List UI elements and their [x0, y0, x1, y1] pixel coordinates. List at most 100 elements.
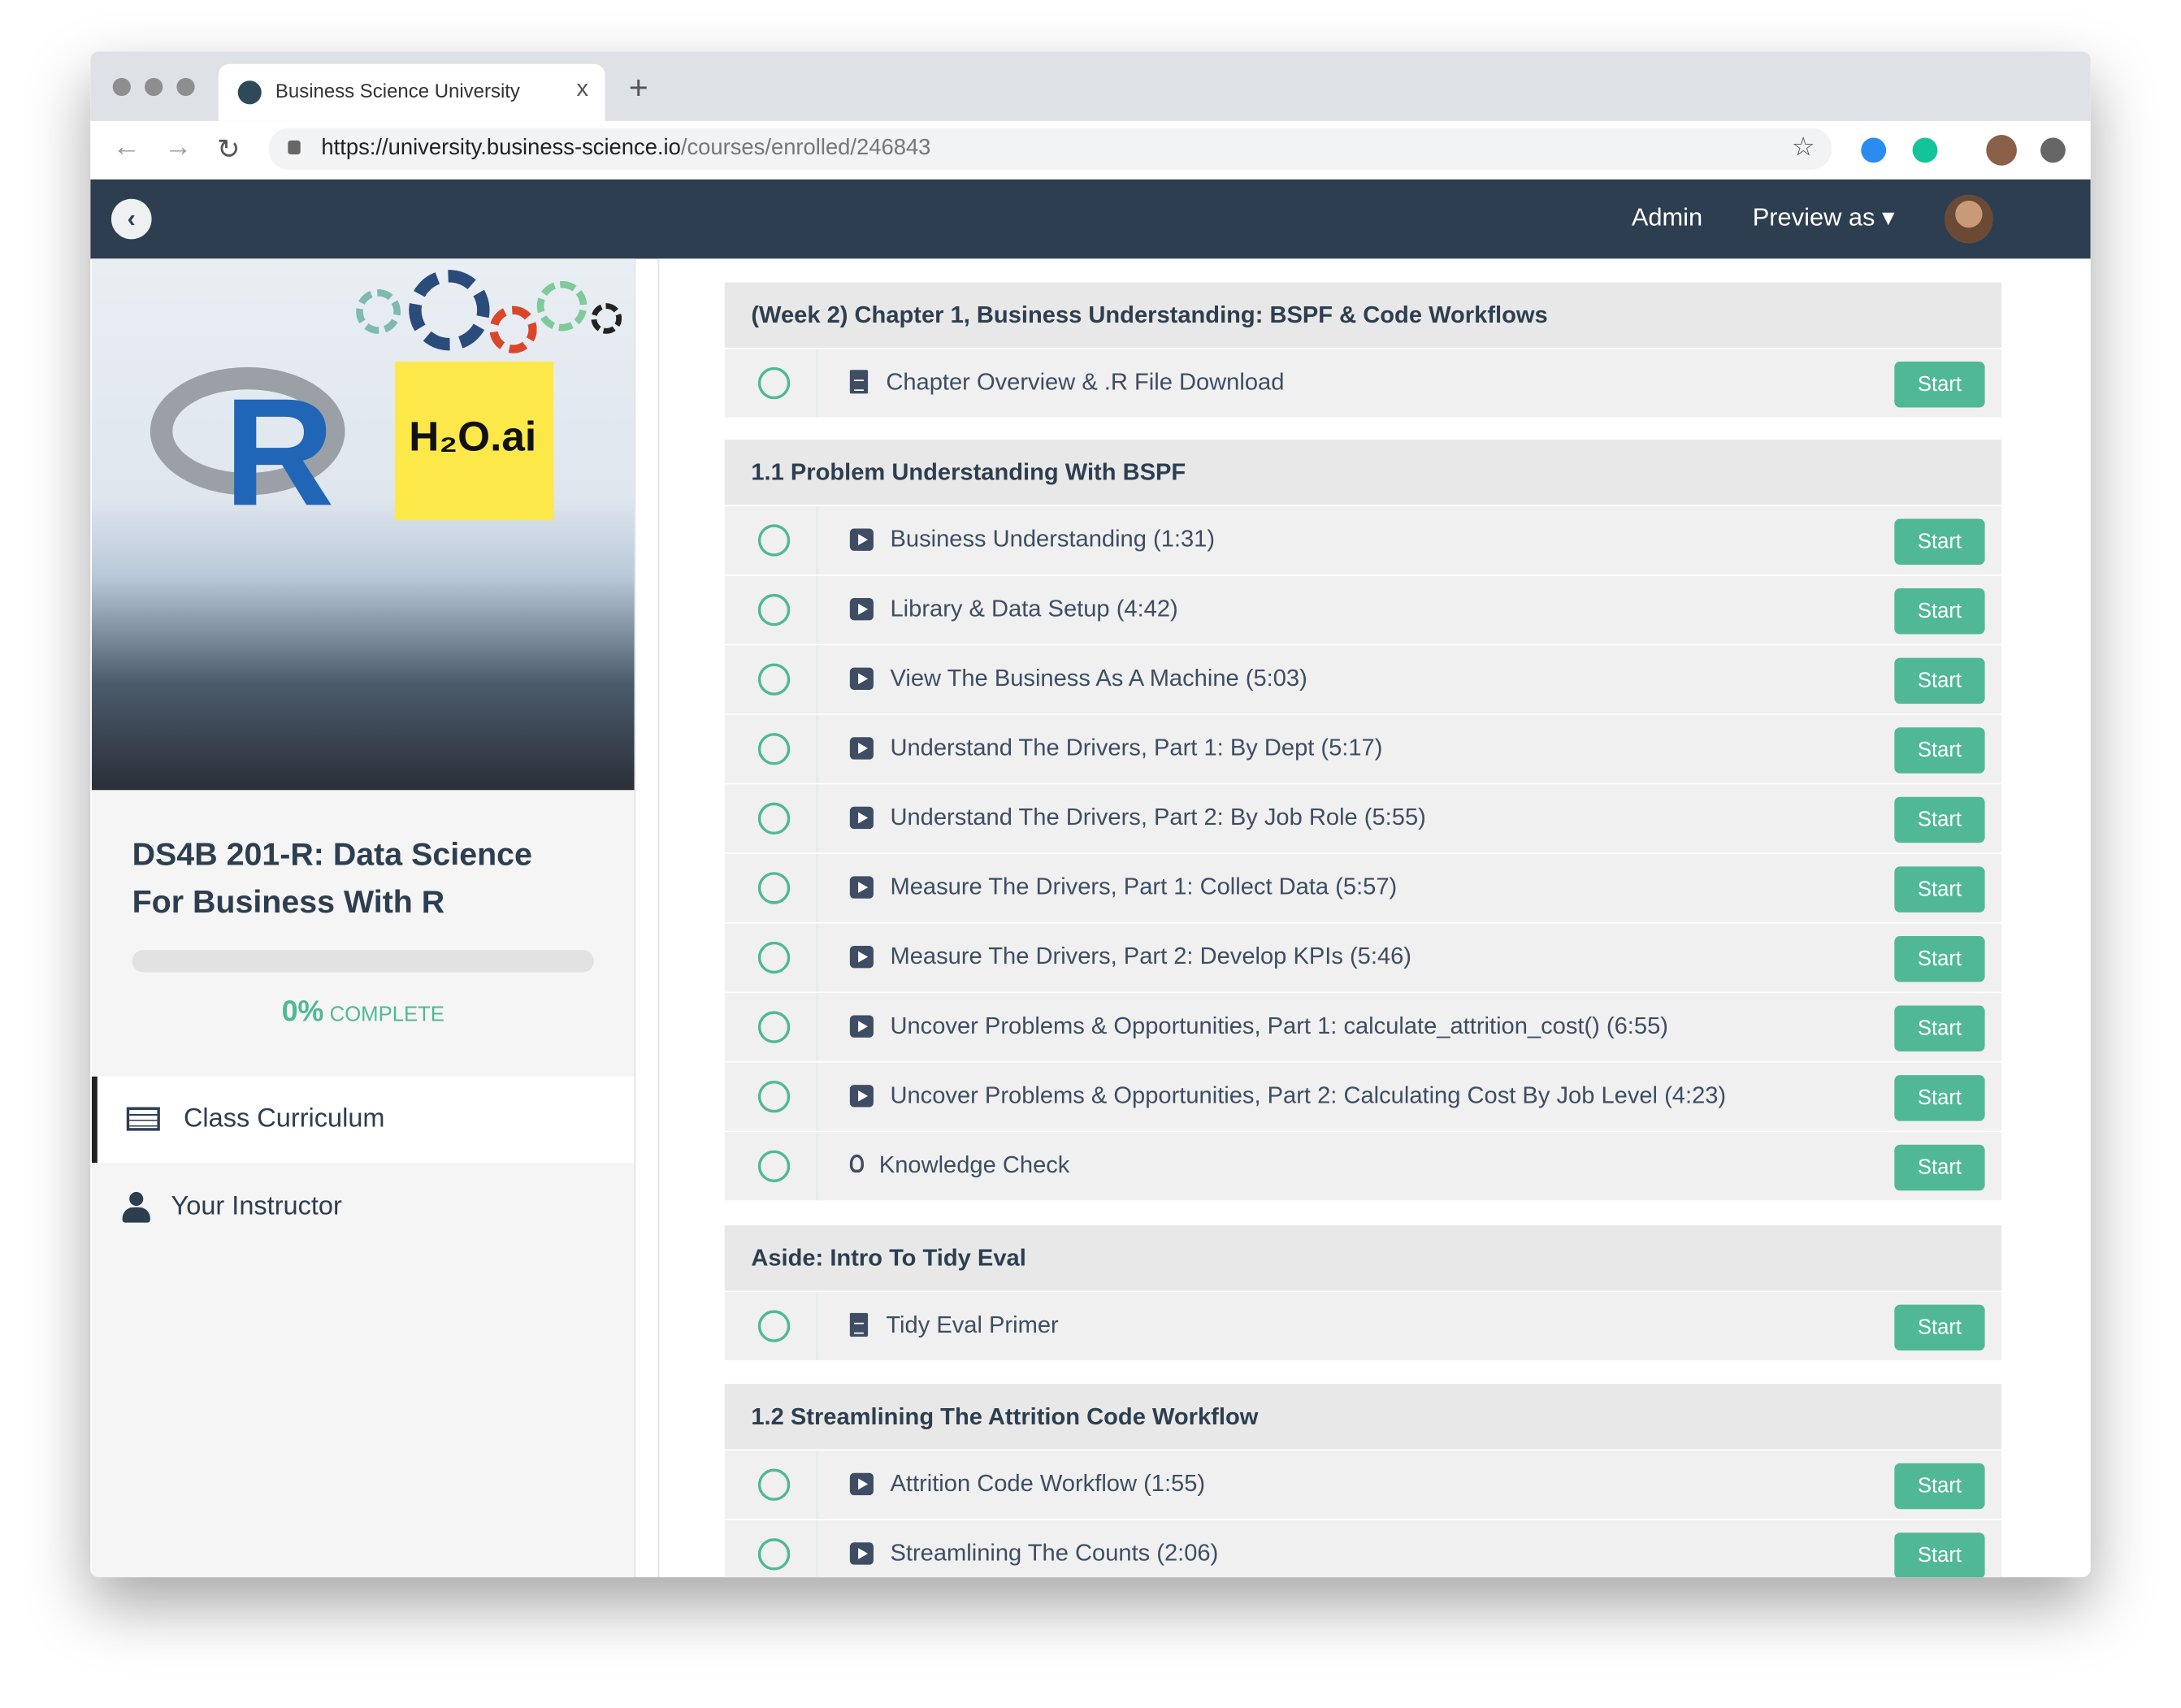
start-button[interactable]: Start [1894, 518, 1985, 565]
url-path: /courses/enrolled/246843 [680, 136, 931, 160]
section-title: 1.2 Streamlining The Attrition Code Work… [724, 1384, 2002, 1450]
back-arrow-icon[interactable]: ← [113, 132, 141, 164]
user-avatar[interactable] [1944, 194, 1993, 244]
document-icon [849, 370, 869, 394]
lecture-row[interactable]: Streamlining The Counts (2:06) Start [724, 1519, 2002, 1578]
divider [816, 923, 818, 992]
tab-title: Business Science University [275, 79, 520, 102]
curriculum-section: (Week 2) Chapter 1, Business Understandi… [724, 282, 2002, 418]
lecture-row[interactable]: View The Business As A Machine (5:03) Sta… [724, 645, 2002, 714]
completion-circle-icon[interactable] [757, 524, 791, 557]
lecture-title[interactable]: Chapter Overview & .R File Download [886, 369, 1284, 397]
completion-circle-icon[interactable] [757, 1150, 791, 1182]
sidebar-item-your-instructor[interactable]: Your Instructor [92, 1164, 635, 1251]
lecture-row[interactable]: Knowledge Check Start [724, 1132, 2002, 1201]
completion-circle-icon[interactable] [757, 802, 791, 835]
admin-link[interactable]: Admin [1632, 203, 1702, 232]
sidebar-item-class-curriculum[interactable]: Class Curriculum [91, 1076, 635, 1163]
tab-close-icon[interactable]: x [576, 75, 588, 102]
completion-circle-icon[interactable] [757, 1080, 791, 1113]
start-button[interactable]: Start [1894, 1532, 1985, 1578]
completion-circle-icon[interactable] [757, 366, 791, 400]
lecture-title[interactable]: Understand The Drivers, Part 2: By Job R… [890, 804, 1425, 831]
start-button[interactable]: Start [1894, 657, 1985, 704]
progress-percent: 0% [281, 995, 324, 1028]
lecture-title[interactable]: Uncover Problems & Opportunities, Part 2… [890, 1082, 1726, 1110]
start-button[interactable]: Start [1894, 866, 1985, 913]
lecture-row[interactable]: Attrition Code Workflow (1:55) Start [724, 1450, 2002, 1519]
lecture-title[interactable]: Attrition Code Workflow (1:55) [890, 1470, 1205, 1498]
start-button[interactable]: Start [1894, 1304, 1985, 1351]
divider [816, 506, 818, 574]
zoom-extension-icon[interactable] [1861, 137, 1887, 163]
start-button[interactable]: Start [1894, 796, 1985, 843]
lecture-row[interactable]: Measure The Drivers, Part 2: Develop KPI… [724, 923, 2002, 992]
lecture-title[interactable]: Measure The Drivers, Part 2: Develop KPI… [890, 943, 1411, 971]
url-host: https://university.business-science.io [321, 136, 681, 160]
bookmark-star-icon[interactable]: ☆ [1792, 132, 1815, 164]
divider [816, 784, 818, 853]
r-logo: R [223, 366, 335, 539]
user-icon [122, 1191, 150, 1223]
completion-circle-icon[interactable] [757, 1468, 791, 1501]
lecture-row[interactable]: Uncover Problems & Opportunities, Part 1… [724, 993, 2002, 1062]
start-button[interactable]: Start [1894, 935, 1985, 982]
lecture-title[interactable]: Uncover Problems & Opportunities, Part 1… [890, 1012, 1667, 1040]
start-button[interactable]: Start [1894, 1463, 1985, 1510]
play-icon [849, 1085, 874, 1108]
back-button[interactable]: ‹ [111, 198, 152, 240]
reload-icon[interactable]: ↻ [217, 132, 241, 167]
lecture-row[interactable]: Tidy Eval Primer Start [724, 1292, 2002, 1361]
close-window-button[interactable] [112, 77, 131, 97]
lecture-title[interactable]: Measure The Drivers, Part 1: Collect Dat… [890, 874, 1397, 901]
update-icon[interactable] [2040, 137, 2066, 163]
new-tab-button[interactable]: + [629, 70, 648, 109]
completion-circle-icon[interactable] [757, 872, 791, 904]
lecture-row[interactable]: Chapter Overview & .R File Download Start [724, 349, 2002, 418]
lecture-title[interactable]: Understand The Drivers, Part 1: By Dept … [890, 735, 1382, 762]
start-button[interactable]: Start [1894, 1075, 1985, 1121]
divider [816, 1062, 818, 1131]
forward-arrow-icon[interactable]: → [164, 132, 192, 164]
lecture-row[interactable]: Understand The Drivers, Part 2: By Job R… [724, 784, 2002, 853]
divider [816, 575, 818, 644]
lecture-title[interactable]: Tidy Eval Primer [886, 1311, 1058, 1339]
start-button[interactable]: Start [1894, 362, 1985, 408]
lecture-title[interactable]: Business Understanding (1:31) [890, 526, 1215, 553]
start-button[interactable]: Start [1894, 588, 1985, 635]
course-image: R H₂O.ai [91, 258, 635, 791]
minimize-window-button[interactable] [145, 77, 163, 97]
play-icon [849, 806, 874, 830]
lecture-title[interactable]: Library & Data Setup (4:42) [890, 596, 1177, 623]
completion-circle-icon[interactable] [757, 663, 791, 696]
grammarly-extension-icon[interactable] [1912, 137, 1938, 163]
lecture-title[interactable]: Knowledge Check [879, 1151, 1070, 1179]
browser-tab[interactable]: Business Science University x [218, 63, 605, 121]
lecture-row[interactable]: Measure The Drivers, Part 1: Collect Dat… [724, 853, 2002, 922]
lecture-row[interactable]: Library & Data Setup (4:42) Start [724, 575, 2002, 644]
play-icon [849, 598, 874, 621]
address-bar-row: ← → ↻ https://university.business-scienc… [90, 120, 2091, 181]
completion-circle-icon[interactable] [757, 1310, 791, 1342]
url-field[interactable]: https://university.business-science.io/c… [268, 128, 1832, 170]
preview-as-dropdown[interactable]: Preview as ▾ [1753, 203, 1895, 232]
completion-circle-icon[interactable] [757, 1011, 791, 1043]
tab-bar: Business Science University x + [90, 51, 2091, 121]
completion-circle-icon[interactable] [757, 1538, 791, 1571]
start-button[interactable]: Start [1894, 727, 1985, 774]
lecture-row[interactable]: Business Understanding (1:31) Start [724, 506, 2002, 574]
completion-circle-icon[interactable] [757, 733, 791, 765]
lecture-title[interactable]: View The Business As A Machine (5:03) [890, 665, 1307, 692]
start-button[interactable]: Start [1894, 1005, 1985, 1052]
profile-avatar-icon[interactable] [1986, 135, 2017, 166]
play-icon [849, 945, 874, 969]
lecture-row[interactable]: Understand The Drivers, Part 1: By Dept … [724, 714, 2002, 783]
curriculum-section: 1.2 Streamlining The Attrition Code Work… [724, 1384, 2002, 1578]
lecture-title[interactable]: Streamlining The Counts (2:06) [890, 1540, 1218, 1567]
browser-window: Business Science University x + ← → ↻ ht… [90, 51, 2091, 1578]
lecture-row[interactable]: Uncover Problems & Opportunities, Part 2… [724, 1062, 2002, 1131]
completion-circle-icon[interactable] [757, 593, 791, 626]
start-button[interactable]: Start [1894, 1144, 1985, 1191]
completion-circle-icon[interactable] [757, 941, 791, 974]
maximize-window-button[interactable] [176, 77, 195, 97]
